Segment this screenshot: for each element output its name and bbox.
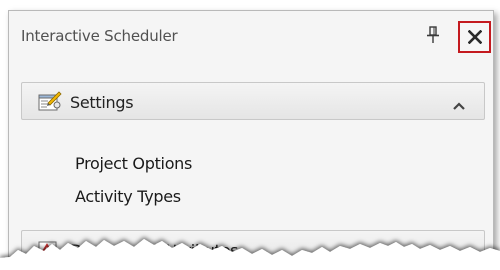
chevron-up-icon (452, 244, 466, 258)
chevron-up-icon (452, 96, 466, 110)
settings-items: Project Options Activity Types (75, 153, 192, 219)
settings-group-label: Settings (70, 93, 134, 112)
panel-header: Interactive Scheduler (9, 11, 493, 61)
settings-item-activity-types[interactable]: Activity Types (75, 186, 192, 219)
interactive-scheduler-panel: Interactive Scheduler Settings Project O… (8, 10, 494, 270)
close-button[interactable] (458, 21, 491, 53)
design-group-header[interactable]: Design and Attributes (21, 230, 485, 268)
design-group-label: Design and Attributes (70, 241, 239, 260)
pin-icon (427, 26, 439, 43)
settings-item-project-options[interactable]: Project Options (75, 153, 192, 186)
design-icon (38, 238, 62, 260)
pin-button[interactable] (425, 26, 441, 44)
settings-group-header[interactable]: Settings (21, 82, 485, 120)
panel-title: Interactive Scheduler (21, 27, 178, 45)
page: Interactive Scheduler Settings Project O… (0, 0, 500, 270)
close-icon (468, 30, 482, 44)
settings-icon (38, 90, 62, 112)
